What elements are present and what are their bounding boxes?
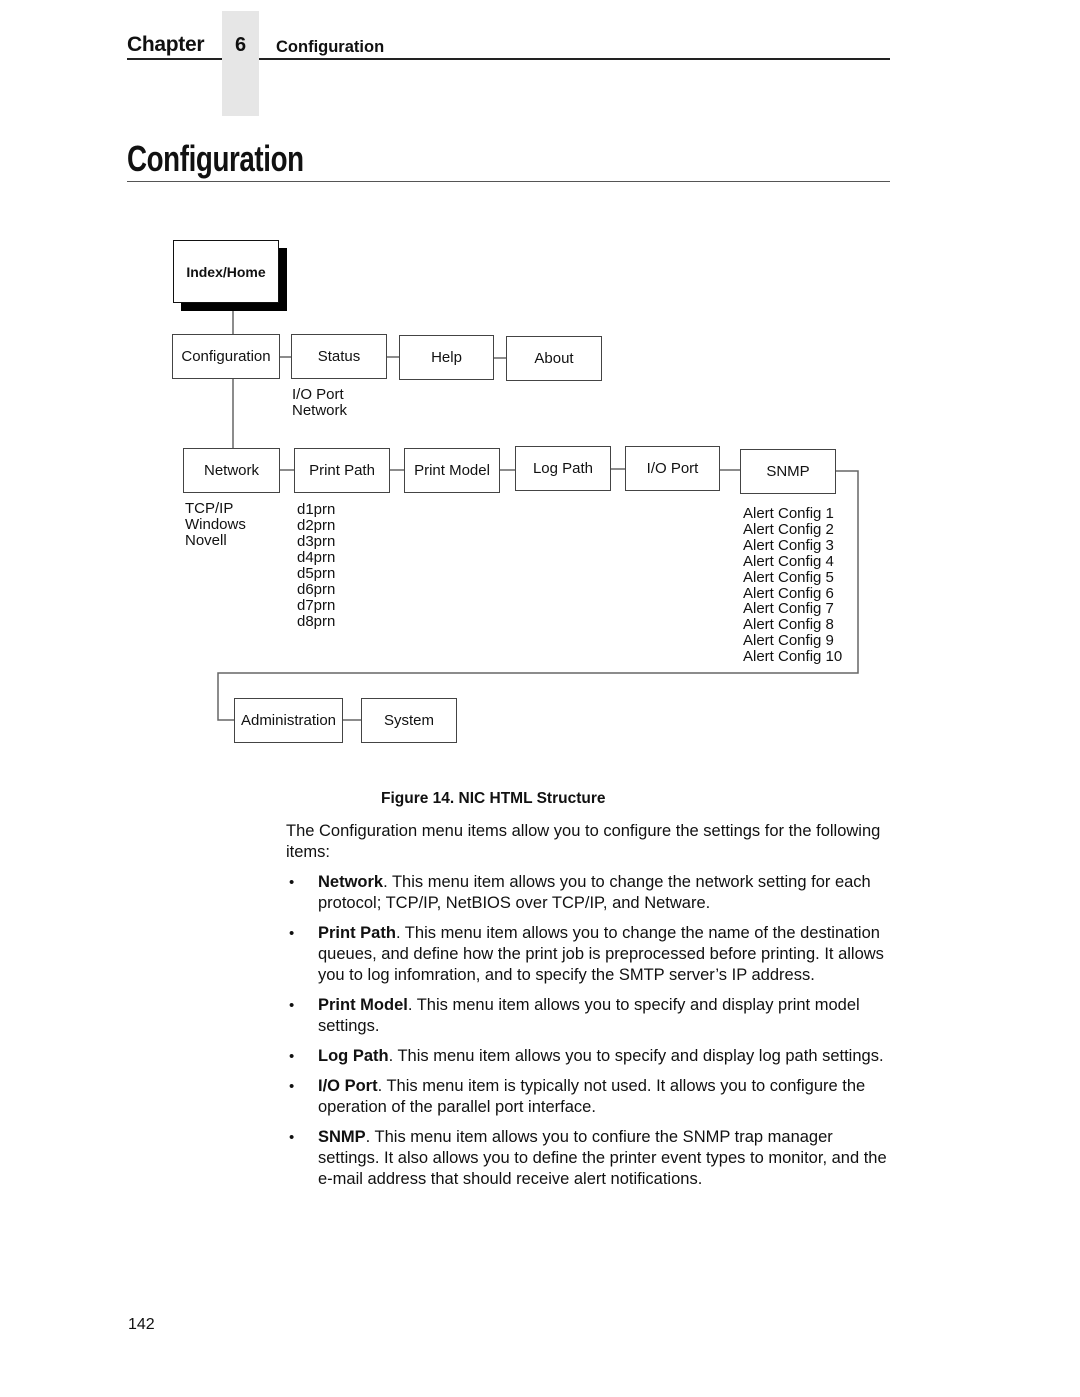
print-path-children: d1prn d2prn d3prn d4prn d5prn d6prn d7pr… xyxy=(297,502,335,630)
node-index-home: Index/Home xyxy=(173,240,279,303)
list-item-term: Network xyxy=(318,873,384,891)
node-about: About xyxy=(506,336,602,381)
network-children: TCP/IP Windows Novell xyxy=(185,501,246,549)
chapter-tab xyxy=(222,11,259,116)
snmp-child: Alert Config 10 xyxy=(743,648,843,666)
node-administration: Administration xyxy=(234,698,343,743)
network-child: Novell xyxy=(185,532,227,549)
snmp-child: Alert Config 8 xyxy=(743,616,834,634)
node-help: Help xyxy=(399,335,494,380)
list-item-term: I/O Port xyxy=(318,1077,378,1095)
node-io-port: I/O Port xyxy=(625,446,720,491)
print-path-child: d3prn xyxy=(297,533,336,550)
list-item: Print Path. This menu item allows you to… xyxy=(286,923,890,986)
list-item: Log Path. This menu item allows you to s… xyxy=(286,1046,890,1067)
list-item: Print Model. This menu item allows you t… xyxy=(286,995,890,1037)
list-item-term: Print Model xyxy=(318,996,408,1014)
bullet-icon xyxy=(289,1076,294,1097)
list-item-text: . This menu item allows you to confiure … xyxy=(318,1128,887,1188)
print-path-child: d5prn xyxy=(297,565,336,582)
list-item-text: . This menu item allows you to change th… xyxy=(318,873,871,912)
status-child: I/O Port xyxy=(292,386,344,403)
page-title: Configuration xyxy=(127,138,304,179)
title-rule xyxy=(127,181,890,182)
snmp-child: Alert Config 7 xyxy=(743,600,834,618)
list-item-text: . This menu item allows you to specify a… xyxy=(388,1047,884,1065)
snmp-child: Alert Config 2 xyxy=(743,520,834,538)
header-rule-right xyxy=(259,58,890,60)
print-path-child: d4prn xyxy=(297,549,336,566)
bullet-icon xyxy=(289,995,294,1016)
network-child: TCP/IP xyxy=(185,500,234,517)
snmp-child: Alert Config 6 xyxy=(743,584,834,602)
snmp-child: Alert Config 5 xyxy=(743,568,834,586)
chapter-number: 6 xyxy=(234,34,247,56)
bullet-icon xyxy=(289,923,294,944)
figure-caption: Figure 14. NIC HTML Structure xyxy=(381,790,606,807)
intro-paragraph: The Configuration menu items allow you t… xyxy=(286,822,881,861)
snmp-child: Alert Config 3 xyxy=(743,536,834,554)
snmp-child: Alert Config 9 xyxy=(743,632,834,650)
snmp-children: Alert Config 1 Alert Config 2 Alert Conf… xyxy=(743,506,842,665)
node-snmp: SNMP xyxy=(740,449,836,494)
node-network: Network xyxy=(183,448,280,493)
list-item-text: . This menu item allows you to change th… xyxy=(318,924,884,984)
node-print-path: Print Path xyxy=(294,448,390,493)
bullet-icon xyxy=(289,872,294,893)
list-item: I/O Port. This menu item is typically no… xyxy=(286,1076,890,1118)
print-path-child: d7prn xyxy=(297,597,336,614)
print-path-child: d1prn xyxy=(297,501,336,518)
print-path-child: d8prn xyxy=(297,613,336,630)
network-child: Windows xyxy=(185,516,246,533)
list-item-text: . This menu item is typically not used. … xyxy=(318,1077,866,1116)
header-rule-left xyxy=(127,58,222,60)
status-children: I/O Port Network xyxy=(292,387,347,419)
print-path-child: d6prn xyxy=(297,581,336,598)
list-item-term: Log Path xyxy=(318,1047,389,1065)
status-child: Network xyxy=(292,402,348,419)
node-print-model: Print Model xyxy=(404,448,500,493)
list-item: Network. This menu item allows you to ch… xyxy=(286,872,890,914)
node-system: System xyxy=(361,698,457,743)
node-status: Status xyxy=(291,334,387,379)
list-item-term: SNMP xyxy=(318,1128,366,1146)
node-log-path: Log Path xyxy=(515,446,611,491)
snmp-child: Alert Config 4 xyxy=(743,552,834,570)
chapter-label: Chapter xyxy=(127,33,205,56)
list-item-term: Print Path xyxy=(318,924,396,942)
diagram-connectors xyxy=(217,311,859,721)
chapter-title: Configuration xyxy=(276,38,385,56)
list-item: SNMP. This menu item allows you to confi… xyxy=(286,1127,890,1190)
page-number: 142 xyxy=(128,1316,155,1333)
print-path-child: d2prn xyxy=(297,517,336,534)
snmp-child: Alert Config 1 xyxy=(743,505,834,522)
node-configuration: Configuration xyxy=(172,334,280,379)
menu-item-list: Network. This menu item allows you to ch… xyxy=(286,872,890,1199)
bullet-icon xyxy=(289,1046,294,1067)
bullet-icon xyxy=(289,1127,294,1148)
